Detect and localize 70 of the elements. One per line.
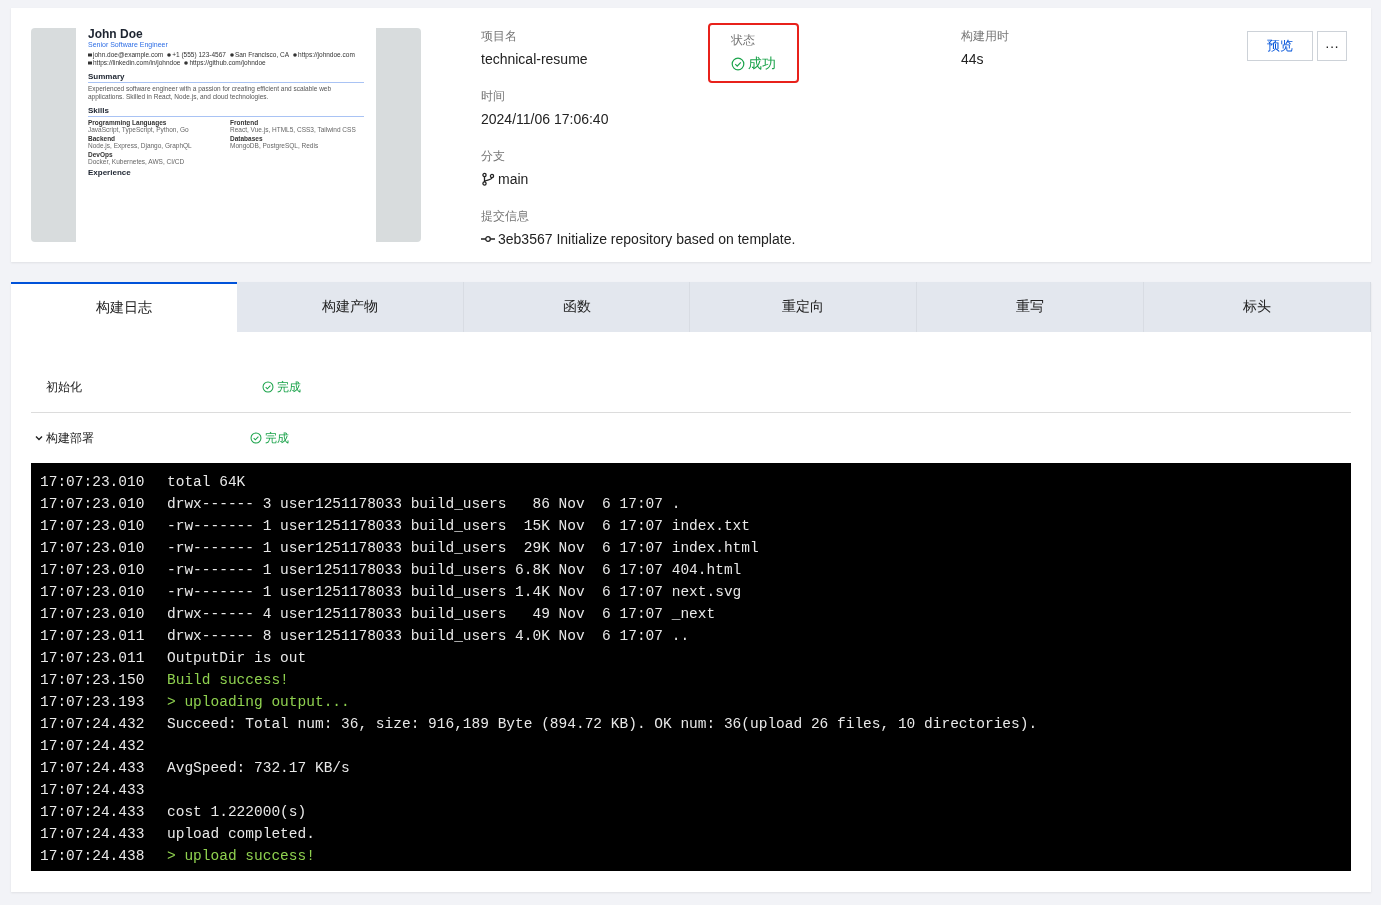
log-message: OutputDir is out xyxy=(167,650,307,666)
section-heading: Experience xyxy=(88,168,132,177)
log-timestamp: 17:07:23.010 xyxy=(40,474,146,490)
log-timestamp: 17:07:23.193 xyxy=(40,694,146,710)
tab[interactable]: 重写 xyxy=(917,282,1145,332)
log-message: -rw------- 1 user1251178033 build_users 6.8K Nov 6 17:07 404.html xyxy=(167,562,742,578)
step-status: 完成 xyxy=(277,378,301,396)
log-timestamp: 17:07:23.010 xyxy=(40,584,146,600)
log-timestamp: 17:07:24.432 xyxy=(40,738,146,754)
log-timestamp: 17:07:24.433 xyxy=(40,804,146,820)
tab[interactable]: 构建产物 xyxy=(236,282,464,332)
commit-message: 3eb3567 Initialize repository based on template. xyxy=(498,231,796,247)
step-name: 构建部署 xyxy=(46,429,94,447)
log-message: -rw------- 1 user1251178033 build_users 15K Nov 6 17:07 index.txt xyxy=(167,518,750,534)
check-circle-icon xyxy=(262,381,274,393)
log-timestamp: 17:07:24.432 xyxy=(40,716,146,732)
step-name: 初始化 xyxy=(46,378,82,396)
more-button[interactable]: ··· xyxy=(1317,31,1347,61)
log-message: total 64K xyxy=(167,474,246,490)
branch-icon xyxy=(481,172,495,186)
log-message: drwx------ 8 user1251178033 build_users 4.0K Nov 6 17:07 .. xyxy=(167,628,690,644)
field-label: 分支 xyxy=(481,148,506,165)
resume-name: John Doe xyxy=(88,28,144,40)
log-timestamp: 17:07:24.438 xyxy=(40,848,146,864)
log-timestamp: 17:07:24.433 xyxy=(40,760,146,776)
build-duration: 44s xyxy=(961,51,985,67)
log-message: -rw------- 1 user1251178033 build_users 29K Nov 6 17:07 index.html xyxy=(167,540,759,556)
log-message: > upload success! xyxy=(167,848,315,864)
log-message: Succeed: Total num: 36, size: 916,189 Byte (894.72 KB). OK num: 36(upload 26 files, 10 directories). xyxy=(167,716,1038,732)
build-time: 2024/11/06 17:06:40 xyxy=(481,111,609,127)
field-label: 状态 xyxy=(731,32,756,49)
log-message: cost 1.222000(s) xyxy=(167,804,307,820)
contact-icon xyxy=(184,61,189,65)
log-message: -rw------- 1 user1251178033 build_users 1.4K Nov 6 17:07 next.svg xyxy=(167,584,742,600)
log-timestamp: 17:07:23.010 xyxy=(40,496,146,512)
log-timestamp: 17:07:23.010 xyxy=(40,562,146,578)
log-message: > uploading output... xyxy=(167,694,350,710)
contact-icon xyxy=(229,53,234,57)
log-timestamp: 17:07:24.433 xyxy=(40,826,146,842)
field-label: 构建用时 xyxy=(961,28,1009,45)
log-message: drwx------ 4 user1251178033 build_users 49 Nov 6 17:07 _next xyxy=(167,606,716,622)
field-label: 项目名 xyxy=(481,28,518,45)
field-label: 时间 xyxy=(481,88,506,105)
log-timestamp: 17:07:24.433 xyxy=(40,782,146,798)
log-message: AvgSpeed: 732.17 KB/s xyxy=(167,760,350,776)
log-timestamp: 17:07:23.150 xyxy=(40,672,146,688)
log-timestamp: 17:07:23.010 xyxy=(40,540,146,556)
field-label: 提交信息 xyxy=(481,208,530,225)
check-circle-icon xyxy=(250,432,262,444)
chevron-icon[interactable] xyxy=(34,433,44,443)
contact-icon xyxy=(293,53,298,57)
contact-icon xyxy=(167,53,172,57)
tab[interactable]: 构建日志 xyxy=(11,282,237,332)
branch-name: main xyxy=(498,171,529,187)
log-timestamp: 17:07:23.010 xyxy=(40,606,146,622)
tab[interactable]: 重定向 xyxy=(690,282,918,332)
step-status: 完成 xyxy=(265,429,289,447)
log-message: upload completed. xyxy=(167,826,315,842)
section-heading: Skills xyxy=(88,106,364,117)
project-name: technical-resume xyxy=(481,51,588,67)
section-heading: Summary xyxy=(88,72,364,83)
log-message: Build success! xyxy=(167,672,289,688)
log-timestamp: 17:07:23.011 xyxy=(40,650,146,666)
log-message: drwx------ 3 user1251178033 build_users 86 Nov 6 17:07 . xyxy=(167,496,681,512)
log-timestamp: 17:07:23.010 xyxy=(40,518,146,534)
log-timestamp: 17:07:23.011 xyxy=(40,628,146,644)
preview-button[interactable]: 预览 xyxy=(1247,31,1313,61)
tab[interactable]: 函数 xyxy=(463,282,691,332)
status-text: 成功 xyxy=(748,55,776,73)
tab[interactable]: 标头 xyxy=(1144,282,1371,332)
